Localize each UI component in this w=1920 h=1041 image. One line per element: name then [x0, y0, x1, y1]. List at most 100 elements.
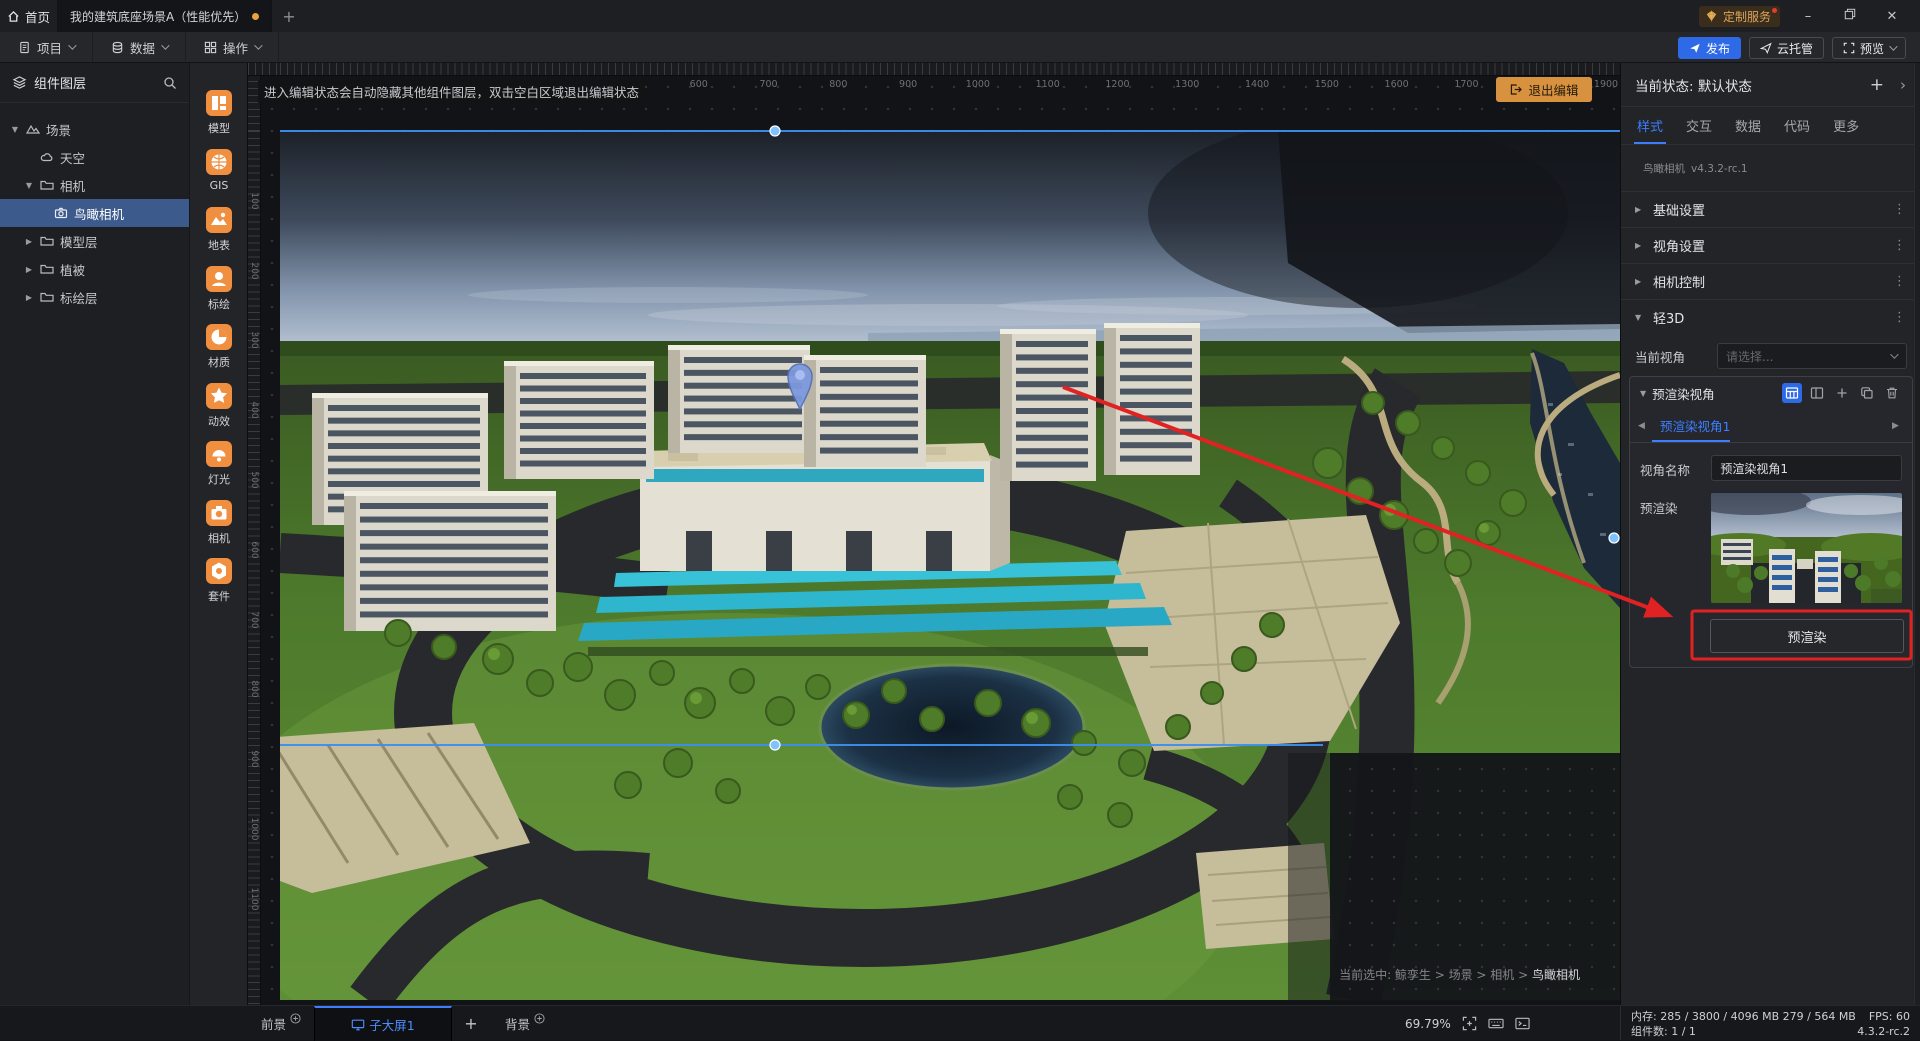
add-icon[interactable]: [1832, 383, 1852, 403]
app-window: 首页 我的建筑底座场景A（性能优先） + 定制服务 – ✕ 项目 数据 操作 发布: [0, 0, 1920, 1041]
fit-view-icon[interactable]: [1462, 1016, 1477, 1031]
section-基础设置[interactable]: ▶ 基础设置 ⋮: [1621, 191, 1920, 227]
asset-tool-相机[interactable]: 相机: [190, 499, 248, 546]
sidebar-item-相机[interactable]: ▼ 相机: [0, 171, 189, 199]
panel-tab-数据[interactable]: 数据: [1735, 107, 1761, 144]
console-icon[interactable]: [1515, 1016, 1530, 1031]
keyboard-icon[interactable]: [1488, 1016, 1504, 1031]
tree-caret-icon[interactable]: ▶: [24, 265, 34, 274]
custom-service-label: 定制服务: [1722, 9, 1771, 24]
asset-tool-label: 标绘: [208, 297, 230, 311]
section-menu-icon[interactable]: ⋮: [1893, 274, 1906, 289]
sidebar-item-植被[interactable]: ▶ 植被: [0, 255, 189, 283]
menu-项目[interactable]: 项目: [0, 32, 94, 62]
section-menu-icon[interactable]: ⋮: [1893, 310, 1906, 325]
ruler-tick-label: 1000: [965, 79, 990, 90]
carousel-next-icon[interactable]: ▶: [1892, 421, 1904, 431]
panel-tab-更多[interactable]: 更多: [1833, 107, 1859, 144]
add-screen-tab-button[interactable]: +: [454, 1006, 488, 1041]
minimize-button[interactable]: –: [1794, 9, 1822, 24]
new-tab-button[interactable]: +: [272, 0, 306, 32]
home-tab[interactable]: 首页: [0, 0, 58, 32]
tree-caret-icon[interactable]: ▼: [10, 125, 20, 134]
preview-button[interactable]: 预览: [1831, 37, 1906, 59]
foreground-tab[interactable]: 前景: [250, 1006, 312, 1041]
collapse-caret-icon[interactable]: ▼: [1640, 389, 1646, 398]
zoom-percent[interactable]: 69.79%: [1405, 1017, 1451, 1031]
asset-tool-灯光[interactable]: 灯光: [190, 441, 248, 487]
section-轻3D[interactable]: ▼ 轻3D ⋮: [1621, 299, 1920, 335]
publish-button[interactable]: 发布: [1677, 37, 1741, 59]
tree-caret-icon[interactable]: ▶: [24, 293, 34, 302]
custom-service-badge[interactable]: 定制服务: [1698, 5, 1780, 27]
asset-tool-label: 动效: [208, 414, 230, 428]
memory-value: 285 / 3800 / 4096 MB 279 / 564 MB: [1660, 1010, 1856, 1023]
section-视角设置[interactable]: ▶ 视角设置 ⋮: [1621, 227, 1920, 263]
expand-states-button[interactable]: ›: [1900, 76, 1906, 94]
view-name-input[interactable]: [1711, 455, 1902, 481]
resize-handle-top[interactable]: [769, 125, 781, 137]
panel-tab-代码[interactable]: 代码: [1784, 107, 1810, 144]
section-menu-icon[interactable]: ⋮: [1893, 202, 1906, 217]
exit-edit-button[interactable]: 退出编辑: [1496, 77, 1592, 102]
panel-tab-样式[interactable]: 样式: [1633, 107, 1667, 144]
resize-handle-bottom[interactable]: [769, 739, 781, 751]
cloud-icon: [1759, 42, 1772, 54]
prerender-button[interactable]: 预渲染: [1710, 619, 1904, 653]
sidebar-title: 组件图层: [34, 77, 87, 92]
performance-stats: 内存: 285 / 3800 / 4096 MB 279 / 564 MB FP…: [1620, 1006, 1920, 1040]
ruler-tick-label: 1600: [1384, 79, 1409, 90]
prerender-thumbnail[interactable]: [1711, 493, 1902, 603]
section-menu-icon[interactable]: ⋮: [1893, 238, 1906, 253]
delete-icon[interactable]: [1882, 383, 1902, 403]
asset-tool-标绘[interactable]: 标绘: [190, 265, 248, 312]
3d-scene[interactable]: [248, 63, 1620, 1005]
fps-label: FPS:: [1868, 1010, 1893, 1023]
document-tab[interactable]: 我的建筑底座场景A（性能优先）: [58, 0, 272, 32]
ruler-tick-label: 600: [249, 541, 259, 559]
ruler-tick-label: 300: [249, 331, 259, 349]
sidebar-item-天空[interactable]: 天空: [0, 143, 189, 171]
sidebar-item-标绘层[interactable]: ▶ 标绘层: [0, 283, 189, 311]
ruler-tick-label: 900: [899, 79, 918, 90]
board-view-icon[interactable]: [1807, 383, 1827, 403]
tree-caret-icon[interactable]: ▶: [24, 237, 34, 246]
prerender-view-tab[interactable]: 预渲染视角1: [1660, 416, 1892, 435]
menu-操作[interactable]: 操作: [186, 32, 280, 62]
resize-handle-right[interactable]: [1608, 532, 1620, 544]
asset-tool-套件[interactable]: 套件: [190, 558, 248, 604]
asset-tool-模型[interactable]: 模型: [190, 90, 248, 136]
asset-tool-动效[interactable]: 动效: [190, 382, 248, 429]
editor-canvas[interactable]: 进入编辑状态会自动隐藏其他组件图层，双击空白区域退出编辑状态 退出编辑 当前选中…: [248, 63, 1620, 1005]
add-circle-icon[interactable]: [534, 1013, 545, 1024]
background-tab[interactable]: 背景: [492, 1006, 558, 1041]
screen-tab-active[interactable]: 子大屏1: [314, 1006, 452, 1041]
sidebar-item-场景[interactable]: ▼ 场景: [0, 115, 189, 143]
panel-tab-交互[interactable]: 交互: [1686, 107, 1712, 144]
sidebar-item-模型层[interactable]: ▶ 模型层: [0, 227, 189, 255]
close-button[interactable]: ✕: [1878, 9, 1906, 24]
table-view-icon[interactable]: [1782, 383, 1802, 403]
chevron-down-icon: [161, 41, 170, 50]
tree-caret-icon[interactable]: ▼: [24, 181, 34, 190]
cloud-host-button[interactable]: 云托管: [1748, 37, 1824, 59]
current-view-select[interactable]: 请选择...: [1717, 343, 1907, 369]
restore-button[interactable]: [1836, 8, 1864, 24]
sidebar-item-鸟瞰相机[interactable]: 鸟瞰相机: [0, 199, 189, 227]
add-circle-icon[interactable]: [290, 1013, 301, 1024]
copy-icon[interactable]: [1857, 383, 1877, 403]
send-icon: [1690, 43, 1700, 53]
screen-icon: [352, 1019, 365, 1030]
asset-tool-材质[interactable]: 材质: [190, 324, 248, 370]
menu-数据[interactable]: 数据: [93, 32, 187, 62]
add-state-button[interactable]: +: [1870, 75, 1884, 95]
ruler-tick-label: 900: [249, 750, 259, 768]
panel-scrollbar[interactable]: [1914, 63, 1920, 1005]
section-相机控制[interactable]: ▶ 相机控制 ⋮: [1621, 263, 1920, 299]
tree-item-label: 相机: [60, 178, 86, 194]
carousel-prev-icon[interactable]: ◀: [1638, 421, 1650, 431]
search-icon[interactable]: [163, 76, 177, 90]
tree-item-label: 场景: [46, 122, 72, 138]
asset-tool-地表[interactable]: 地表: [190, 207, 248, 253]
asset-tool-GIS[interactable]: GIS: [190, 148, 248, 192]
